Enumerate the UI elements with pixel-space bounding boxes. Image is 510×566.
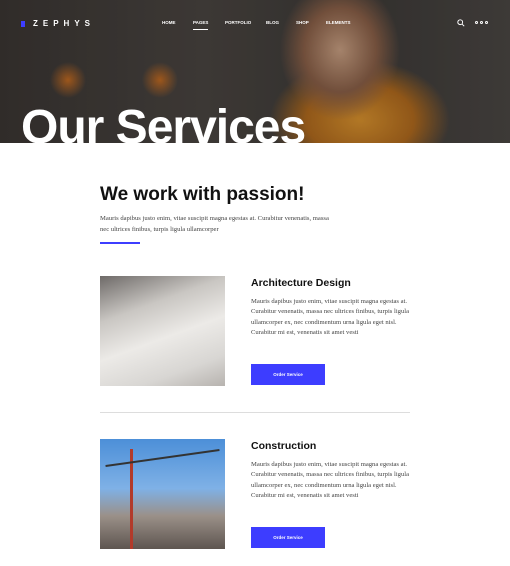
page-title: Our Services — [21, 101, 306, 143]
accent-divider — [100, 242, 140, 244]
service-text: Mauris dapibus justo enim, vitae suscipi… — [251, 298, 410, 336]
service-text: Mauris dapibus justo enim, vitae suscipi… — [251, 461, 410, 499]
nav-blog[interactable]: BLOG — [266, 20, 279, 25]
logo[interactable]: ZEPHYS — [21, 19, 95, 28]
construction-image — [100, 439, 225, 549]
nav-portfolio[interactable]: PORTFOLIO — [225, 20, 251, 25]
service-title: Architecture Design — [251, 277, 351, 289]
logo-mark-icon — [21, 20, 25, 27]
section-divider — [100, 412, 410, 413]
nav-pages[interactable]: PAGES — [193, 20, 209, 30]
order-service-button[interactable]: Order Service — [251, 364, 325, 385]
service-title: Construction — [251, 440, 317, 452]
intro-heading: We work with passion! — [100, 184, 305, 205]
nav-home[interactable]: HOME — [162, 20, 176, 25]
nav-elements[interactable]: ELEMENTS — [326, 20, 351, 25]
architecture-image — [100, 276, 225, 386]
order-service-button[interactable]: Order Service — [251, 527, 325, 548]
nav-shop[interactable]: SHOP — [296, 20, 309, 25]
logo-text: ZEPHYS — [33, 19, 96, 28]
hero-banner: ZEPHYS HOME PAGES PORTFOLIO BLOG SHOP EL… — [0, 0, 510, 143]
search-icon[interactable] — [457, 19, 465, 27]
more-menu-icon[interactable] — [475, 21, 488, 24]
intro-text: Mauris dapibus justo enim, vitae suscipi… — [100, 215, 329, 233]
